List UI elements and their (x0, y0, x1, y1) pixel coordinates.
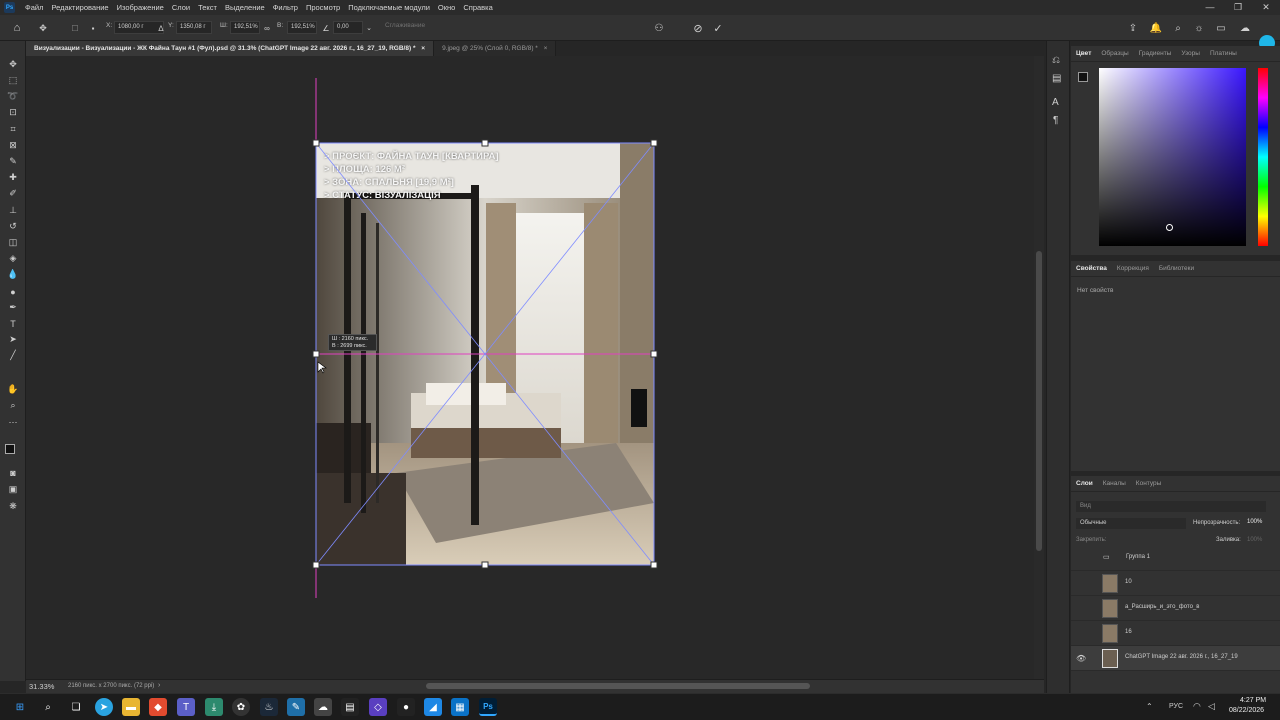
clock-date[interactable]: 08/22/2026 (1229, 707, 1264, 714)
layer-thumbnail (1102, 599, 1118, 618)
no-properties-text: Нет свойств (1077, 287, 1114, 294)
layer-name: 10 (1125, 579, 1132, 585)
tab-adjustments[interactable]: Коррекция (1112, 261, 1154, 276)
fill-field[interactable]: 100% (1247, 537, 1262, 543)
folder-icon: ▭ (1103, 554, 1110, 561)
input-language[interactable]: РУС (1169, 703, 1183, 710)
tray-expand-icon[interactable]: ⌃ (1146, 702, 1153, 711)
layer-thumbnail (1102, 624, 1118, 643)
hue-slider[interactable] (1258, 68, 1268, 246)
foreground-swatch[interactable] (1078, 72, 1088, 82)
history-panel-icon[interactable]: ⎌ (1052, 55, 1060, 66)
character-panel-icon[interactable]: A (1052, 97, 1059, 108)
paragraph-panel-icon[interactable]: ¶ (1053, 115, 1058, 126)
layer-row[interactable]: ▭ Группа 1 (1071, 546, 1280, 571)
color-panel-tabs: Цвет Образцы Градиенты Узоры Платины (1071, 46, 1280, 62)
size-tooltip: Ш : 2160 пикс. В : 2699 пикс. (328, 334, 377, 351)
cloud-app-icon[interactable]: ☁ (314, 698, 332, 716)
panel-icon-strip: ⎌ ▤ A ¶ (1046, 41, 1070, 693)
telegram-icon[interactable]: ➤ (95, 698, 113, 716)
document-info[interactable]: 2160 пикс. x 2700 пикс. (72 ppi) (68, 683, 154, 689)
horizontal-scroll-thumb[interactable] (426, 683, 810, 689)
windows-start-icon[interactable]: ⊞ (11, 698, 29, 716)
vertical-scrollbar[interactable] (1034, 56, 1044, 679)
steam-icon[interactable]: ♨ (260, 698, 278, 716)
layers-panel: Слои Каналы Контуры Вид Обычные Непрозра… (1071, 476, 1280, 693)
tab-color[interactable]: Цвет (1071, 46, 1096, 61)
tab-platinum[interactable]: Платины (1205, 46, 1242, 61)
clock-time[interactable]: 4:27 PM (1240, 697, 1266, 704)
wifi-icon[interactable]: ◠ (1193, 701, 1201, 712)
transform-handle-bc (481, 561, 489, 569)
opacity-label: Непрозрачность: (1193, 520, 1241, 526)
properties-panel-tabs: Свойства Коррекция Библиотеки (1071, 261, 1280, 277)
transform-handle-ml (312, 350, 320, 358)
zoom-level[interactable]: 31.33% (29, 682, 54, 691)
vpn-app-icon[interactable]: ✎ (287, 698, 305, 716)
recorder-app-icon[interactable]: ● (397, 698, 415, 716)
tab-libraries[interactable]: Библиотеки (1154, 261, 1199, 276)
layer-thumbnail (1102, 649, 1118, 668)
tab-paths[interactable]: Контуры (1131, 476, 1167, 491)
downloads-app-icon[interactable]: ⤓ (205, 698, 223, 716)
status-menu-icon[interactable]: › (158, 682, 160, 689)
terminal-icon[interactable]: ▤ (341, 698, 359, 716)
status-bar: 31.33% 2160 пикс. x 2700 пикс. (72 ppi) … (26, 679, 1044, 693)
color-panel: Цвет Образцы Градиенты Узоры Платины (1071, 46, 1280, 255)
brave-browser-icon[interactable]: ◆ (149, 698, 167, 716)
layer-thumbnail (1102, 574, 1118, 593)
tab-layers[interactable]: Слои (1071, 476, 1098, 491)
photoshop-taskbar-icon[interactable]: Ps (479, 698, 497, 716)
tooltip-height: В : 2699 пикс. (332, 343, 367, 349)
blend-mode-select[interactable]: Обычные (1076, 518, 1186, 529)
layer-row[interactable]: а_Расширь_и_это_фото_в (1071, 596, 1280, 621)
tab-properties[interactable]: Свойства (1071, 261, 1112, 276)
tab-channels[interactable]: Каналы (1098, 476, 1131, 491)
layer-filter-input[interactable]: Вид (1076, 501, 1266, 512)
chatgpt-icon[interactable]: ✿ (232, 698, 250, 716)
tab-swatches[interactable]: Образцы (1096, 46, 1133, 61)
opacity-field[interactable]: 100% (1247, 519, 1262, 525)
layer-name: 16 (1125, 629, 1132, 635)
transform-handle-bl (312, 561, 320, 569)
transform-handle-br (650, 561, 658, 569)
windows-taskbar: ⊞ ⌕ ❏ ➤ ▬ ◆ T ⤓ ✿ ♨ ✎ ☁ ▤ ◇ ● ◢ ▦ Ps ⌃ Р… (0, 693, 1280, 720)
transform-handle-tc (481, 139, 489, 147)
color-picker-field[interactable] (1099, 68, 1246, 246)
layer-row[interactable]: 10 (1071, 571, 1280, 596)
layer-row-selected[interactable]: 👁 ChatGPT Image 22 авг. 2026 г., 16_27_1… (1071, 646, 1280, 671)
file-explorer-icon[interactable]: ▬ (122, 698, 140, 716)
comments-panel-icon[interactable]: ▤ (1052, 73, 1061, 84)
mail-app-icon[interactable]: ▦ (451, 698, 469, 716)
tab-patterns[interactable]: Узоры (1176, 46, 1205, 61)
layer-name: а_Расширь_и_это_фото_в (1125, 604, 1200, 610)
color-picker-marker[interactable] (1166, 224, 1173, 231)
photos-app-icon[interactable]: ◢ (424, 698, 442, 716)
vertical-scroll-thumb[interactable] (1036, 251, 1042, 551)
taskbar-search-icon[interactable]: ⌕ (39, 698, 57, 716)
obsidian-icon[interactable]: ◇ (369, 698, 387, 716)
tab-gradients[interactable]: Градиенты (1134, 46, 1177, 61)
layer-name: ChatGPT Image 22 авг. 2026 г., 16_27_19 (1125, 654, 1238, 660)
layers-panel-tabs: Слои Каналы Контуры (1071, 476, 1280, 492)
properties-panel: Свойства Коррекция Библиотеки Нет свойст… (1071, 261, 1280, 471)
teams-icon[interactable]: T (177, 698, 195, 716)
visibility-eye-icon[interactable]: 👁 (1076, 654, 1086, 663)
mouse-cursor-icon (317, 361, 327, 374)
layer-name: Группа 1 (1126, 554, 1151, 560)
tooltip-width: Ш : 2160 пикс. (332, 336, 369, 342)
transform-handle-mr (650, 350, 658, 358)
task-view-icon[interactable]: ❏ (67, 698, 85, 716)
transform-handle-tl (312, 139, 320, 147)
fill-label: Заливка: (1216, 537, 1241, 543)
lock-label: Закрепить: (1076, 537, 1107, 543)
transform-handle-tr (650, 139, 658, 147)
layer-row[interactable]: 16 (1071, 621, 1280, 646)
volume-icon[interactable]: ◁ (1208, 701, 1215, 712)
